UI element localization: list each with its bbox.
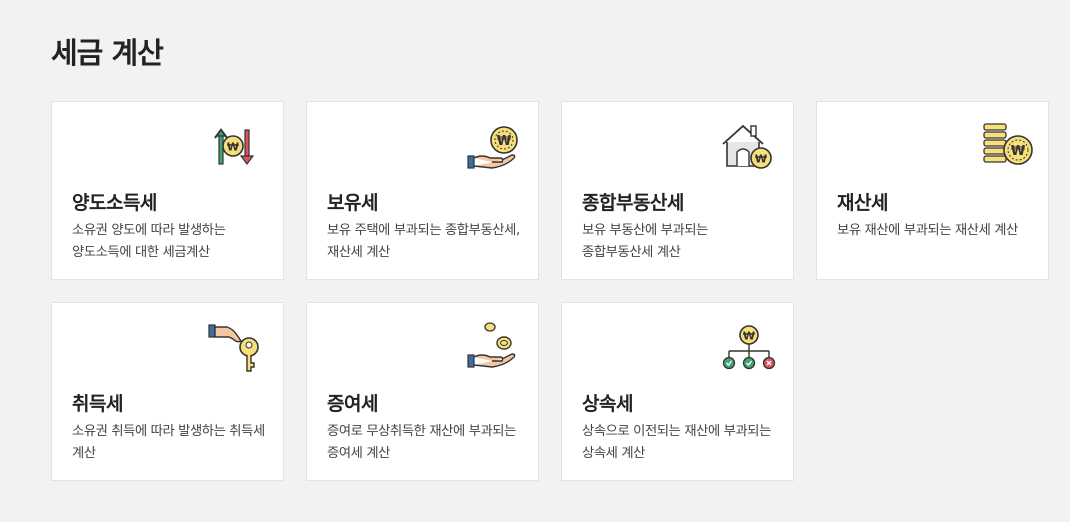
card-gift-tax[interactable]: 증여세 증여로 무상취득한 재산에 부과되는 증여세 계산 [306,302,539,481]
card-title: 재산세 [837,192,888,214]
card-description: 보유 재산에 부과되는 재산세 계산 [837,223,1018,238]
hand-holding-won-coin-icon: ₩ [462,120,526,174]
hand-giving-coins-icon [462,321,526,375]
card-property-tax[interactable]: ₩ 재산세 보유 재산에 부과되는 재산세 계산 [816,101,1049,280]
coin-stack-won-icon: ₩ [972,120,1036,174]
svg-text:₩: ₩ [1011,144,1026,159]
card-description: 상속으로 이전되는 재산에 부과되는 상속세 계산 [582,424,771,461]
card-title: 상속세 [582,393,633,415]
house-won-icon: ₩ [717,120,781,174]
card-description: 보유 주택에 부과되는 종합부동산세, 재산세 계산 [327,223,520,260]
card-title: 양도소득세 [72,192,157,214]
card-title: 종합부동산세 [582,192,684,214]
svg-text:₩: ₩ [743,330,755,343]
card-description: 보유 부동산에 부과되는 종합부동산세 계산 [582,223,708,260]
svg-text:₩: ₩ [497,134,512,149]
card-description: 소유권 양도에 따라 발생하는 양도소득에 대한 세금계산 [72,223,226,260]
card-description: 증여로 무상취득한 재산에 부과되는 증여세 계산 [327,424,516,461]
card-holding-tax[interactable]: ₩ 보유세 보유 주택에 부과되는 종합부동산세, 재산세 계산 [306,101,539,280]
svg-text:₩: ₩ [755,153,767,166]
svg-text:₩: ₩ [227,141,239,154]
page-title: 세금 계산 [51,36,164,70]
card-title: 보유세 [327,192,378,214]
card-description: 소유권 취득에 따라 발생하는 취득세 계산 [72,424,265,461]
hand-key-icon [207,321,271,375]
card-inheritance-tax[interactable]: ₩ 상속세 상속으로 이전되는 재산에 부과되는 상속세 계산 [561,302,794,481]
transfer-arrows-won-icon: ₩ [207,120,271,174]
inheritance-tree-icon: ₩ [717,321,781,375]
card-comprehensive-real-estate-tax[interactable]: ₩ 종합부동산세 보유 부동산에 부과되는 종합부동산세 계산 [561,101,794,280]
card-title: 취득세 [72,393,123,415]
card-acquisition-tax[interactable]: 취득세 소유권 취득에 따라 발생하는 취득세 계산 [51,302,284,481]
card-capital-gains-tax[interactable]: ₩ 양도소득세 소유권 양도에 따라 발생하는 양도소득에 대한 세금계산 [51,101,284,280]
card-title: 증여세 [327,393,378,415]
